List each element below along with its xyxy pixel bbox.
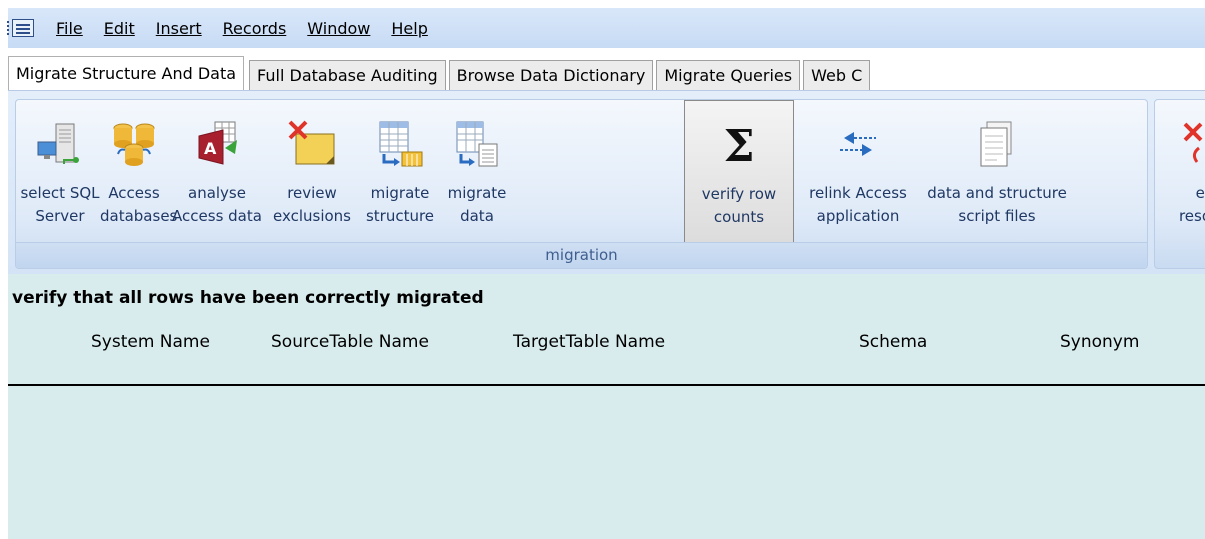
menu-help[interactable]: Help — [391, 19, 427, 38]
tab-migrate-queries[interactable]: Migrate Queries — [656, 60, 801, 90]
review-exclusions-button[interactable]: review exclusions — [266, 100, 358, 244]
header-divider — [8, 384, 1205, 386]
button-label: Server — [35, 207, 85, 225]
select-sql-server-button[interactable]: select SQL Server — [20, 100, 100, 244]
button-label: er — [1195, 184, 1205, 202]
button-label: reso — [1178, 207, 1205, 225]
sigma-icon: Σ — [723, 121, 754, 169]
access-analyse-icon: A — [198, 121, 237, 165]
button-label: Access data — [172, 207, 262, 225]
ribbon: select SQL Server Access databases A ana… — [8, 90, 1205, 274]
button-label: verify row — [701, 185, 777, 203]
menu-file[interactable]: File — [56, 19, 83, 38]
svg-text:A: A — [204, 139, 217, 158]
ribbon-group-partial: er reso — [1154, 99, 1205, 269]
form-view-icon[interactable] — [7, 19, 34, 37]
tab-full-database-auditing[interactable]: Full Database Auditing — [249, 60, 446, 90]
menu-window[interactable]: Window — [307, 19, 370, 38]
relink-access-application-button[interactable]: relink Access application — [796, 100, 920, 244]
ribbon-group-migration: select SQL Server Access databases A ana… — [15, 99, 1148, 269]
menu-edit[interactable]: Edit — [104, 19, 135, 38]
menu-records[interactable]: Records — [223, 19, 287, 38]
button-label: migrate — [447, 184, 507, 202]
tab-migrate-structure-and-data[interactable]: Migrate Structure And Data — [8, 56, 245, 90]
relink-arrows-icon — [840, 132, 876, 156]
button-label: counts — [713, 208, 765, 226]
button-label: exclusions — [273, 207, 351, 225]
script-files-icon — [980, 121, 1012, 167]
button-label: analyse — [188, 184, 246, 202]
migrate-data-button[interactable]: migrate data — [442, 100, 512, 244]
column-header-system-name: System Name — [91, 332, 210, 352]
red-x-icon — [1183, 122, 1203, 163]
svg-text:Σ: Σ — [723, 121, 754, 169]
menu-insert[interactable]: Insert — [156, 19, 202, 38]
analyse-access-data-button[interactable]: A analyse Access data — [168, 100, 266, 244]
verify-row-counts-button[interactable]: Σ verify row counts — [684, 100, 794, 244]
button-label: data — [460, 207, 494, 225]
button-label: script files — [958, 207, 1036, 225]
button-label: structure — [365, 207, 435, 225]
column-header-source-table-name: SourceTable Name — [271, 332, 429, 352]
tab-strip: Migrate Structure And Data Full Database… — [8, 56, 1205, 90]
button-label: migrate — [370, 184, 430, 202]
script-files-button[interactable]: data and structure script files — [922, 100, 1072, 244]
tab-browse-data-dictionary[interactable]: Browse Data Dictionary — [448, 60, 654, 90]
migrate-structure-icon — [379, 121, 423, 167]
button-label: relink Access — [809, 184, 907, 202]
button-label: select SQL — [20, 184, 100, 202]
column-header-synonym: Synonym — [1060, 332, 1140, 352]
exclusions-icon — [288, 120, 335, 165]
button-label: review — [287, 184, 337, 202]
button-label: application — [816, 207, 900, 225]
menu-bar: File Edit Insert Records Window Help — [7, 8, 1205, 48]
resources-button[interactable]: er reso — [1155, 100, 1205, 244]
column-header-target-table-name: TargetTable Name — [513, 332, 666, 352]
access-databases-button[interactable]: Access databases — [100, 100, 178, 244]
databases-icon — [113, 123, 155, 166]
migrate-data-icon — [456, 121, 498, 167]
server-icon — [37, 123, 79, 164]
migrate-structure-button[interactable]: migrate structure — [358, 100, 442, 244]
button-label: data and structure — [927, 184, 1067, 202]
page-title: verify that all rows have been correctly… — [12, 288, 484, 308]
tab-web[interactable]: Web C — [803, 60, 871, 90]
column-header-schema: Schema — [859, 332, 928, 352]
ribbon-group-label: migration — [16, 242, 1147, 268]
form-body: verify that all rows have been correctly… — [8, 274, 1205, 539]
button-label: Access — [108, 184, 160, 202]
button-label: databases — [100, 207, 178, 225]
